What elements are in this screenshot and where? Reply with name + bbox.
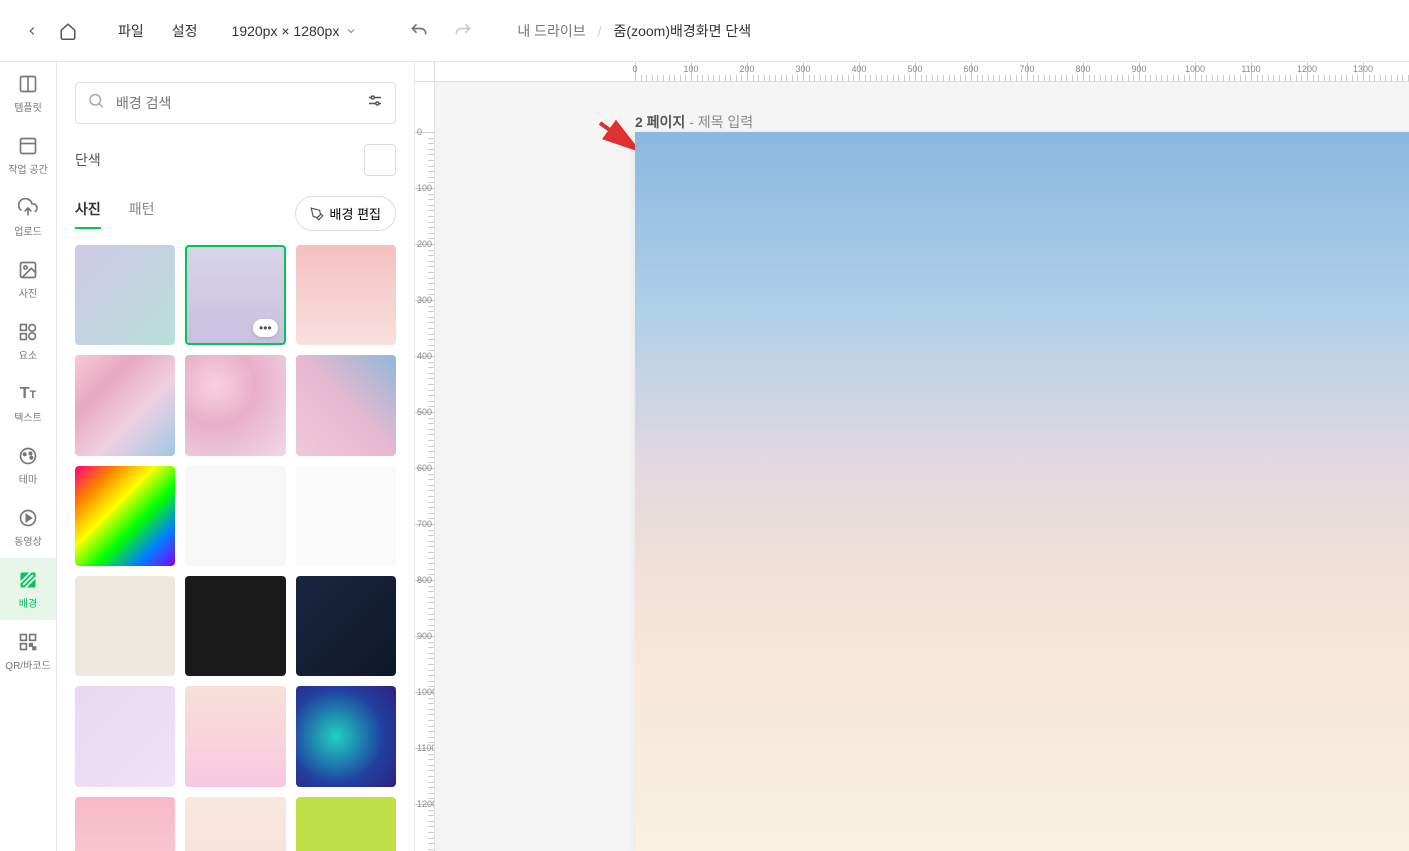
bg-thumb[interactable] [75, 355, 175, 455]
tab-photo[interactable]: 사진 [75, 199, 101, 229]
background-grid: ••• [75, 245, 396, 851]
rail-label: 템플릿 [14, 99, 42, 114]
back-button[interactable] [16, 15, 48, 47]
rail-label: 테마 [19, 471, 37, 486]
bg-thumb[interactable] [185, 355, 285, 455]
search-input[interactable] [75, 82, 396, 124]
breadcrumb: 내 드라이브 / 줌(zoom)배경화면 단색 [517, 21, 751, 41]
page-label[interactable]: 2 페이지 - 제목 입력 [635, 112, 753, 132]
rail-label: 배경 [19, 595, 37, 610]
menu-file[interactable]: 파일 [118, 21, 144, 41]
text-icon: TT [17, 383, 39, 405]
upload-icon [17, 197, 39, 219]
dimensions-selector[interactable]: 1920px × 1280px [232, 23, 358, 39]
bg-thumb[interactable] [75, 797, 175, 851]
solid-color-label: 단색 [75, 150, 101, 170]
bg-thumb[interactable] [185, 686, 285, 786]
rail-label: 요소 [19, 347, 37, 362]
rail-label: QR/바코드 [5, 657, 50, 672]
bg-thumb[interactable] [296, 797, 396, 851]
search-row [75, 82, 396, 124]
bg-thumb[interactable] [75, 576, 175, 676]
bg-thumb[interactable] [185, 797, 285, 851]
breadcrumb-drive[interactable]: 내 드라이브 [517, 21, 585, 41]
rail-text[interactable]: TT 텍스트 [0, 372, 56, 434]
home-button[interactable] [52, 15, 84, 47]
rail-video[interactable]: 동영상 [0, 496, 56, 558]
edit-background-button[interactable]: 배경 편집 [295, 196, 396, 231]
rail-theme[interactable]: 테마 [0, 434, 56, 496]
bg-thumb[interactable] [75, 686, 175, 786]
thumb-menu-icon[interactable]: ••• [253, 319, 278, 337]
side-panel: 단색 사진 패턴 배경 편집 ••• [57, 62, 415, 851]
history-buttons [407, 19, 475, 43]
breadcrumb-separator: / [598, 23, 602, 39]
undo-button[interactable] [407, 19, 431, 43]
filter-icon[interactable] [366, 92, 384, 115]
dimensions-text: 1920px × 1280px [232, 23, 340, 39]
bg-thumb[interactable] [296, 466, 396, 566]
search-icon [87, 92, 105, 115]
bg-thumb[interactable] [296, 576, 396, 676]
bg-thumb[interactable]: ••• [185, 245, 285, 345]
page-area: 2 페이지 - 제목 입력 [435, 82, 1409, 851]
element-icon [17, 321, 39, 343]
template-icon [17, 73, 39, 95]
color-swatch[interactable] [364, 144, 396, 176]
rail-upload[interactable]: 업로드 [0, 186, 56, 248]
bg-thumb[interactable] [296, 355, 396, 455]
theme-icon [17, 445, 39, 467]
left-rail: 템플릿 작업 공간 업로드 사진 요소 TT 텍스트 테마 동영상 [0, 62, 57, 851]
top-toolbar: 파일 설정 1920px × 1280px 내 드라이브 / 줌(zoom)배경… [0, 0, 1409, 62]
photo-icon [17, 259, 39, 281]
breadcrumb-current: 줌(zoom)배경화면 단색 [614, 21, 752, 41]
bg-thumb[interactable] [75, 245, 175, 345]
rail-qrcode[interactable]: QR/바코드 [0, 620, 56, 682]
redo-button[interactable] [451, 19, 475, 43]
tabs-row: 사진 패턴 배경 편집 [75, 196, 396, 231]
bg-thumb[interactable] [296, 686, 396, 786]
rail-workspace[interactable]: 작업 공간 [0, 124, 56, 186]
rail-label: 작업 공간 [8, 161, 48, 176]
rail-label: 텍스트 [14, 409, 42, 424]
rail-element[interactable]: 요소 [0, 310, 56, 372]
rail-template[interactable]: 템플릿 [0, 62, 56, 124]
page-title-placeholder: - 제목 입력 [685, 114, 753, 130]
bg-thumb[interactable] [185, 576, 285, 676]
nav-buttons [16, 15, 84, 47]
rail-label: 업로드 [14, 223, 42, 238]
top-menu: 파일 설정 [118, 21, 198, 41]
qrcode-icon [17, 631, 39, 653]
video-icon [17, 507, 39, 529]
tab-pattern[interactable]: 패턴 [129, 199, 155, 229]
edit-bg-label: 배경 편집 [330, 204, 381, 223]
rail-photo[interactable]: 사진 [0, 248, 56, 310]
rail-label: 동영상 [14, 533, 42, 548]
ruler-corner [415, 62, 435, 82]
menu-settings[interactable]: 설정 [172, 21, 198, 41]
rail-label: 사진 [19, 285, 37, 300]
page-number: 2 페이지 [635, 114, 685, 130]
workspace-icon [17, 135, 39, 157]
bg-thumb[interactable] [75, 466, 175, 566]
bg-thumb[interactable] [185, 466, 285, 566]
canvas-area: 0100200300400500600700800900100011001200… [415, 62, 1409, 851]
solid-color-row: 단색 [75, 144, 396, 176]
ruler-horizontal: 0100200300400500600700800900100011001200… [435, 62, 1409, 82]
panel-tabs: 사진 패턴 [75, 199, 155, 229]
background-icon [17, 569, 39, 591]
bg-thumb[interactable] [296, 245, 396, 345]
ruler-vertical: 0100200300400500600700800900100011001200 [415, 82, 435, 851]
page-canvas[interactable] [635, 132, 1409, 851]
rail-background[interactable]: 배경 [0, 558, 56, 620]
